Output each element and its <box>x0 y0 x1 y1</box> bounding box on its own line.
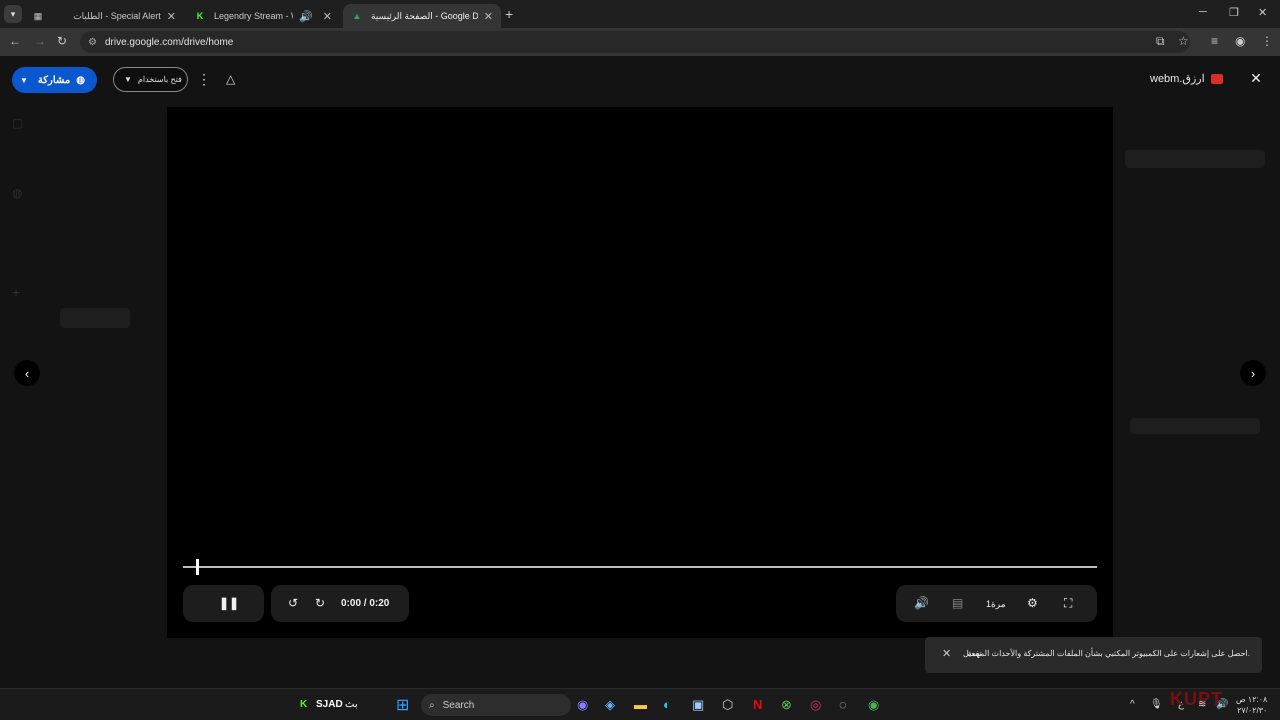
tab-search-chevron-icon[interactable]: ▾ <box>4 5 22 23</box>
address-bar[interactable]: ⚙ drive.google.com/drive/home <box>80 31 1190 53</box>
kick-icon: K <box>300 699 308 710</box>
profile-icon[interactable]: ◉ <box>1235 34 1245 48</box>
edge-icon[interactable]: ◐ <box>663 697 671 712</box>
speaker-icon[interactable]: 🔊 <box>299 10 313 23</box>
close-tab-icon[interactable]: ✕ <box>167 10 176 23</box>
close-tab-icon[interactable]: ✕ <box>484 10 493 23</box>
fullscreen-icon[interactable]: ⛶ <box>1064 596 1072 611</box>
menu-icon[interactable]: ⋮ <box>1261 34 1273 48</box>
new-tab-icon[interactable]: + <box>505 6 513 22</box>
page-icon: ▦ <box>33 10 43 21</box>
xbox-icon[interactable]: ⊗ <box>781 697 792 713</box>
bookmark-star-icon[interactable]: ☆ <box>1178 34 1189 48</box>
media-controls-icon[interactable]: ≡ <box>1211 34 1218 48</box>
clock-time: ١٢:٠٨ ص <box>1236 695 1268 704</box>
back-icon[interactable]: ← <box>9 34 21 48</box>
close-icon[interactable]: ✕ <box>942 647 951 660</box>
microphone-icon[interactable]: 🎙 <box>1150 699 1163 710</box>
tab-strip: ▾ ▦ الطلبات - Special Alert ✕ K Legendry… <box>0 0 1280 28</box>
clock-date: ٢٧/٠٢/٣٠ <box>1237 706 1268 715</box>
app-icon[interactable]: ⬡ <box>722 697 733 713</box>
tab-legendry-stream[interactable]: K Legendry Stream - Watch I 🔊 ✕ <box>186 4 340 28</box>
drive-icon: ▲ <box>352 11 362 21</box>
video-file-icon <box>1210 73 1223 84</box>
share-button[interactable]: ▼ مشاركة ◍ <box>12 67 97 93</box>
live-label: بث <box>345 699 358 710</box>
file-name: webm.ارزق <box>1150 73 1205 85</box>
captions-icon[interactable]: ▤ <box>952 596 963 610</box>
next-file-icon[interactable]: › <box>1240 360 1266 386</box>
site-info-icon[interactable]: ⚙ <box>88 37 97 48</box>
microsoft-store-icon[interactable]: ▣ <box>692 697 704 713</box>
progress-bar[interactable] <box>183 566 1097 568</box>
copilot-icon[interactable]: ◈ <box>605 697 615 713</box>
close-tab-icon[interactable]: ✕ <box>323 10 332 23</box>
snackbar-message: احصل على إشعارات على الكمبيوتر المكتبي ب… <box>967 649 1250 658</box>
search-placeholder: Search <box>442 699 475 711</box>
reload-icon[interactable]: ↻ <box>57 34 67 48</box>
more-actions-icon[interactable]: ⋮ <box>197 71 211 88</box>
rewind-10-icon[interactable]: ↺ <box>288 596 298 610</box>
tab-title: الطلبات - Special Alert <box>73 10 161 21</box>
chevron-down-icon: ▼ <box>124 75 132 84</box>
tab-special-alert[interactable]: ▦ الطلبات - Special Alert ✕ <box>24 4 184 28</box>
browser-toolbar: ← → ↻ ⚙ drive.google.com/drive/home ⧉ ☆ … <box>0 28 1280 56</box>
ghost-icon: ▢ <box>12 116 24 130</box>
forward-icon[interactable]: → <box>34 34 46 48</box>
time-display: 0:00 / 0:20 <box>341 598 390 609</box>
chrome-icon[interactable]: ◉ <box>868 697 879 713</box>
open-with-button[interactable]: ▼ فتح باستخدام <box>113 67 188 92</box>
notification-snackbar: ✕ تفعيل احصل على إشعارات على الكمبيوتر ا… <box>925 637 1262 673</box>
ghost-nav-item <box>1125 150 1265 168</box>
minimize-icon[interactable]: ─ <box>1199 6 1207 18</box>
instagram-icon[interactable]: ◎ <box>810 697 821 713</box>
app-icon[interactable]: ◌ <box>839 697 847 712</box>
file-title: webm.ارزق <box>1150 72 1223 85</box>
forward-10-icon[interactable]: ↻ <box>315 596 325 610</box>
video-player[interactable] <box>167 107 1113 638</box>
ghost-view-toggle <box>60 308 130 328</box>
share-label: مشاركة <box>37 74 71 86</box>
tab-title: Legendry Stream - Watch I <box>214 11 293 21</box>
speaker-icon[interactable]: 🔊 <box>1216 699 1228 710</box>
ghost-icon: + <box>12 284 21 300</box>
ghost-icon: ◍ <box>12 186 23 200</box>
kick-icon: K <box>196 11 204 21</box>
restore-icon[interactable]: ❐ <box>1229 6 1239 19</box>
pause-icon[interactable]: ❚❚ <box>219 596 239 610</box>
taskbar-search[interactable]: ⌕ Search <box>421 694 571 716</box>
install-app-icon[interactable]: ⧉ <box>1156 34 1165 49</box>
speed-button[interactable]: 1مرة <box>986 599 1006 610</box>
live-profile-label[interactable]: SJAD <box>316 699 343 710</box>
discord-icon[interactable]: ◉ <box>577 697 588 713</box>
close-viewer-icon[interactable]: ✕ <box>1246 70 1266 90</box>
chevron-down-icon: ▼ <box>20 75 28 85</box>
file-explorer-icon[interactable]: ▬ <box>634 697 647 712</box>
ghost-storage-button <box>1130 418 1260 434</box>
globe-icon: ◍ <box>76 74 85 86</box>
windows-taskbar: K SJAD بث ⊞ ⌕ Search ◉ ◈ ▬ ◐ ▣ ⬡ N ⊗ ◎ ◌… <box>0 688 1280 720</box>
tab-title: الصفحة الرئيسية - Google Drive <box>371 10 478 21</box>
progress-scrubber[interactable] <box>196 559 199 575</box>
volume-icon[interactable]: 🔊 <box>914 596 929 610</box>
windows-start-icon[interactable]: ⊞ <box>396 695 409 715</box>
url-text: drive.google.com/drive/home <box>104 36 234 48</box>
chevron-up-icon[interactable]: ^ <box>1130 699 1135 710</box>
search-icon: ⌕ <box>429 699 435 711</box>
settings-gear-icon[interactable]: ⚙ <box>1027 596 1038 610</box>
netflix-icon[interactable]: N <box>753 697 762 712</box>
add-to-drive-icon[interactable]: △ <box>226 72 235 86</box>
close-window-icon[interactable]: ✕ <box>1258 6 1267 19</box>
wifi-icon[interactable]: ≋ <box>1198 699 1206 710</box>
open-with-label: فتح باستخدام <box>137 75 182 84</box>
tab-google-drive[interactable]: ▲ الصفحة الرئيسية - Google Drive ✕ <box>343 4 501 28</box>
system-clock[interactable]: ١٢:٠٨ ص ٢٧/٠٢/٣٠ <box>1236 694 1267 716</box>
previous-file-icon[interactable]: ‹ <box>14 360 40 386</box>
